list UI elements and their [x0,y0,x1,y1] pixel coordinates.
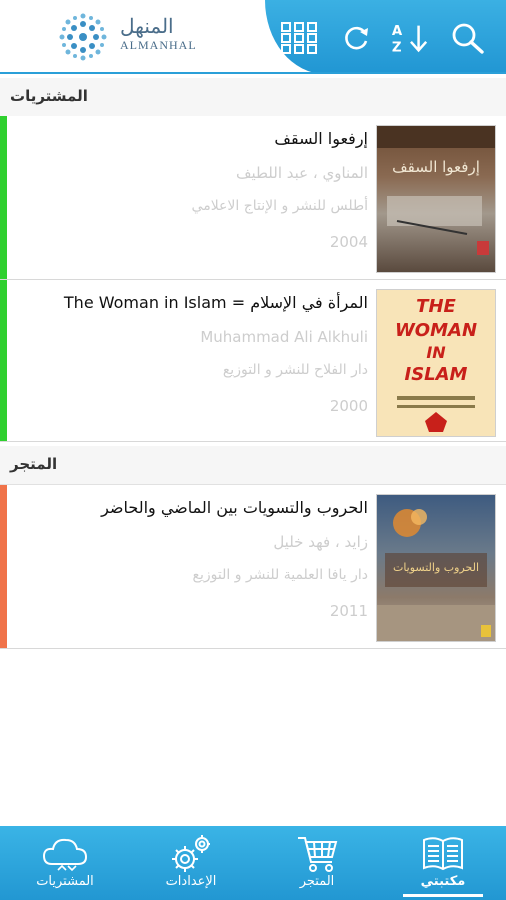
book-cover[interactable]: THE WOMAN IN ISLAM [376,289,496,437]
status-bar [0,485,7,648]
nav-label: مكتبتي [420,874,466,889]
book-year: 2000 [329,397,368,415]
book-title: الحروب والتسويات بين الماضي والحاضر [101,498,368,517]
nav-store[interactable]: المتجر [254,826,380,900]
cloud-icon [42,838,88,872]
cover-word-4: ISLAM [405,364,468,385]
cover-word-3: IN [426,343,446,362]
nav-purchases[interactable]: المشتريات [2,826,128,900]
almanhal-logo: المنهل ALMANHAL [58,10,208,62]
gears-icon [172,835,210,872]
section-header-purchases: المشتريات [0,78,506,117]
svg-text:A: A [392,24,403,39]
book-cover[interactable]: إرفعوا السقف [376,125,496,273]
book-publisher: أطلس للنشر و الإنتاج الاعلامي [191,198,368,214]
header-divider [0,72,506,74]
book-title: المرأة في الإسلام = The Woman in Islam [63,293,368,312]
book-row-2[interactable]: THE WOMAN IN ISLAM المرأة في الإسلام = T… [0,280,506,442]
nav-label: الإعدادات [165,874,217,889]
book-row-3[interactable]: الحروب والتسويات الحروب والتسويات بين ال… [0,485,506,649]
book-publisher: دار الفلاح للنشر و التوزيع [222,362,368,378]
book-author: زايد ، فهد خليل [273,533,368,551]
svg-text:Z: Z [392,40,402,55]
logo-english-text: ALMANHAL [120,38,197,52]
logo-mark-icon [59,13,107,61]
status-bar [0,280,7,441]
sort-az-icon: A Z [392,24,428,55]
book-cover[interactable]: الحروب والتسويات [376,494,496,642]
book-author: Muhammad Ali Alkhuli [200,328,368,346]
nav-my-library[interactable]: مكتبتي [380,826,506,900]
grid-icon [281,22,317,54]
book-cover-art: THE WOMAN IN ISLAM [395,296,477,432]
book-year: 2011 [329,602,368,620]
bottom-navigation: مكتبتي المتجر الإعدادات المشتريات [0,826,506,900]
section-title-store: المتجر [10,455,58,473]
search-button[interactable] [448,20,488,56]
app-header: المنهل ALMANHAL A Z [0,0,506,74]
cart-icon [298,837,338,872]
book-row-1[interactable]: إرفعوا السقف إرفعوا السقف المناوي ، عبد … [0,116,506,280]
svg-text:إرفعوا السقف: إرفعوا السقف [392,158,480,176]
cover-word-2: WOMAN [395,320,477,341]
nav-settings[interactable]: الإعدادات [128,826,254,900]
cover-word-1: THE [416,296,456,317]
active-indicator [403,894,483,897]
book-cover-art: الحروب والتسويات [377,509,495,641]
nav-label: المتجر [299,874,335,889]
grid-view-button[interactable] [279,20,319,56]
section-title-purchases: المشتريات [10,87,88,105]
refresh-button[interactable] [336,20,376,56]
nav-label: المشتريات [36,874,94,889]
logo-arabic-text: المنهل [120,14,174,38]
section-header-store: المتجر [0,446,506,485]
book-cover-art: إرفعوا السقف [377,126,495,255]
refresh-icon [345,26,368,50]
sort-az-button[interactable]: A Z [390,20,430,56]
book-publisher: دار يافا العلمية للنشر و التوزيع [192,567,368,583]
book-author: المناوي ، عبد اللطيف [235,164,368,182]
book-title: إرفعوا السقف [274,129,368,148]
book-year: 2004 [329,233,368,251]
status-bar [0,116,7,279]
book-icon [423,837,463,871]
search-icon [452,23,484,54]
svg-text:الحروب والتسويات: الحروب والتسويات [393,561,479,574]
